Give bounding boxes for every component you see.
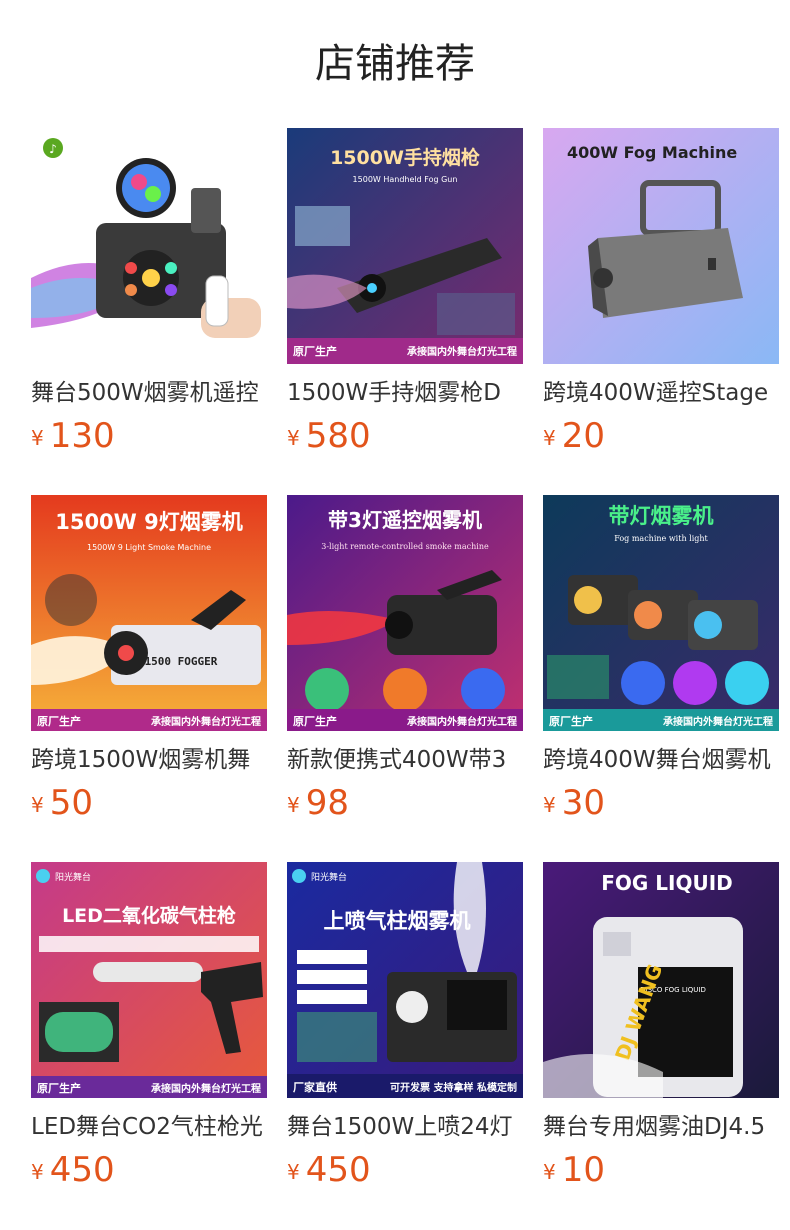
svg-text:承接国内外舞台灯光工程: 承接国内外舞台灯光工程 xyxy=(407,345,517,358)
product-card[interactable]: 阳光舞台 LED二氧化碳气柱枪 原厂生产 承接国内外舞台灯光工程 LED舞台CO… xyxy=(31,862,267,1192)
price-amount: 10 xyxy=(561,1150,605,1190)
section-title: 店铺推荐 xyxy=(315,41,475,87)
image-headline: 上喷气柱烟雾机 xyxy=(324,909,471,933)
product-price: ¥450 xyxy=(287,1148,371,1198)
currency-symbol: ¥ xyxy=(31,793,44,817)
product-name[interactable]: 舞台500W烟雾机遥控 xyxy=(31,376,267,410)
image-headline: 带灯烟雾机 xyxy=(609,504,714,528)
product-card[interactable]: 1500W 9灯烟雾机 1500W 9 Light Smoke Machine … xyxy=(31,495,267,825)
currency-symbol: ¥ xyxy=(31,426,44,450)
product-image[interactable]: FOG LIQUID DISCO FOG LIQUID DJ WANG xyxy=(543,862,779,1098)
svg-text:承接国内外舞台灯光工程: 承接国内外舞台灯光工程 xyxy=(407,715,517,728)
price-amount: 30 xyxy=(561,783,605,823)
currency-symbol: ¥ xyxy=(31,1160,44,1184)
product-card[interactable]: 带灯烟雾机 Fog machine with light 原厂生产 承接国内外舞… xyxy=(543,495,779,825)
price-amount: 50 xyxy=(49,783,93,823)
svg-text:承接国内外舞台灯光工程: 承接国内外舞台灯光工程 xyxy=(151,715,261,728)
product-name[interactable]: LED舞台CO2气柱枪光 xyxy=(31,1110,267,1144)
svg-text:1500 FOGGER: 1500 FOGGER xyxy=(145,655,218,668)
product-card[interactable]: ♪ 舞台500W烟雾机遥控 ¥130 xyxy=(31,128,267,458)
product-name[interactable]: 舞台1500W上喷24灯 xyxy=(287,1110,523,1144)
svg-text:厂家直供: 厂家直供 xyxy=(293,1080,337,1094)
product-image[interactable]: 阳光舞台 LED二氧化碳气柱枪 原厂生产 承接国内外舞台灯光工程 xyxy=(31,862,267,1098)
svg-text:原厂生产: 原厂生产 xyxy=(37,1081,81,1095)
image-headline: LED二氧化碳气柱枪 xyxy=(62,904,236,927)
svg-text:承接国内外舞台灯光工程: 承接国内外舞台灯光工程 xyxy=(663,715,773,728)
price-amount: 98 xyxy=(305,783,349,823)
product-name[interactable]: 舞台专用烟雾油DJ4.5 xyxy=(543,1110,779,1144)
svg-text:1500W 9 Light Smoke Machine: 1500W 9 Light Smoke Machine xyxy=(87,543,211,552)
product-card[interactable]: FOG LIQUID DISCO FOG LIQUID DJ WANG 舞台专用… xyxy=(543,862,779,1192)
product-image[interactable]: 带3灯遥控烟雾机 3-light remote-controlled smoke… xyxy=(287,495,523,731)
svg-text:原厂生产: 原厂生产 xyxy=(293,714,337,728)
product-image[interactable]: 400W Fog Machine xyxy=(543,128,779,364)
image-headline: FOG LIQUID xyxy=(601,871,733,895)
price-amount: 20 xyxy=(561,416,605,456)
price-amount: 450 xyxy=(49,1150,115,1190)
svg-text:可开发票 支持拿样 私模定制: 可开发票 支持拿样 私模定制 xyxy=(390,1081,517,1094)
product-price: ¥20 xyxy=(543,414,605,464)
currency-symbol: ¥ xyxy=(543,426,556,450)
svg-text:Fog machine with light: Fog machine with light xyxy=(614,534,708,543)
product-price: ¥50 xyxy=(31,781,93,831)
currency-symbol: ¥ xyxy=(543,1160,556,1184)
product-name[interactable]: 跨境400W舞台烟雾机 xyxy=(543,743,779,777)
image-headline: 1500W 9灯烟雾机 xyxy=(55,510,243,534)
price-amount: 580 xyxy=(305,416,371,456)
svg-text:1500W Handheld Fog Gun: 1500W Handheld Fog Gun xyxy=(353,175,458,184)
product-image[interactable]: 1500W手持烟枪 1500W Handheld Fog Gun 原厂生产 承接… xyxy=(287,128,523,364)
product-name[interactable]: 1500W手持烟雾枪D xyxy=(287,376,523,410)
product-card[interactable]: 阳光舞台 上喷气柱烟雾机 厂家直供 可开发票 支持拿样 私模定制 舞台1500W… xyxy=(287,862,523,1192)
product-price: ¥98 xyxy=(287,781,349,831)
product-image[interactable]: ♪ xyxy=(31,128,267,364)
product-price: ¥10 xyxy=(543,1148,605,1198)
product-name[interactable]: 新款便携式400W带3 xyxy=(287,743,523,777)
currency-symbol: ¥ xyxy=(287,793,300,817)
svg-text:阳光舞台: 阳光舞台 xyxy=(311,871,347,883)
svg-text:原厂生产: 原厂生产 xyxy=(293,344,337,358)
product-card[interactable]: 1500W手持烟枪 1500W Handheld Fog Gun 原厂生产 承接… xyxy=(287,128,523,458)
product-price: ¥580 xyxy=(287,414,371,464)
svg-text:♪: ♪ xyxy=(49,142,57,156)
product-name[interactable]: 跨境400W遥控Stage xyxy=(543,376,779,410)
svg-text:承接国内外舞台灯光工程: 承接国内外舞台灯光工程 xyxy=(151,1082,261,1095)
product-price: ¥450 xyxy=(31,1148,115,1198)
product-price: ¥30 xyxy=(543,781,605,831)
currency-symbol: ¥ xyxy=(287,1160,300,1184)
product-name[interactable]: 跨境1500W烟雾机舞 xyxy=(31,743,267,777)
product-image[interactable]: 1500W 9灯烟雾机 1500W 9 Light Smoke Machine … xyxy=(31,495,267,731)
price-amount: 450 xyxy=(305,1150,371,1190)
svg-text:原厂生产: 原厂生产 xyxy=(37,714,81,728)
product-card[interactable]: 带3灯遥控烟雾机 3-light remote-controlled smoke… xyxy=(287,495,523,825)
image-headline: 1500W手持烟枪 xyxy=(330,146,480,169)
image-headline: 400W Fog Machine xyxy=(567,143,737,162)
image-headline: 带3灯遥控烟雾机 xyxy=(328,508,482,532)
product-price: ¥130 xyxy=(31,414,115,464)
svg-text:阳光舞台: 阳光舞台 xyxy=(55,871,91,883)
product-card[interactable]: 400W Fog Machine 跨境400W遥控Stage ¥20 xyxy=(543,128,779,458)
price-amount: 130 xyxy=(49,416,115,456)
svg-text:3-light remote-controlled smok: 3-light remote-controlled smoke machine xyxy=(321,542,489,551)
currency-symbol: ¥ xyxy=(543,793,556,817)
product-image[interactable]: 带灯烟雾机 Fog machine with light 原厂生产 承接国内外舞… xyxy=(543,495,779,731)
svg-text:原厂生产: 原厂生产 xyxy=(549,714,593,728)
product-image[interactable]: 阳光舞台 上喷气柱烟雾机 厂家直供 可开发票 支持拿样 私模定制 xyxy=(287,862,523,1098)
currency-symbol: ¥ xyxy=(287,426,300,450)
